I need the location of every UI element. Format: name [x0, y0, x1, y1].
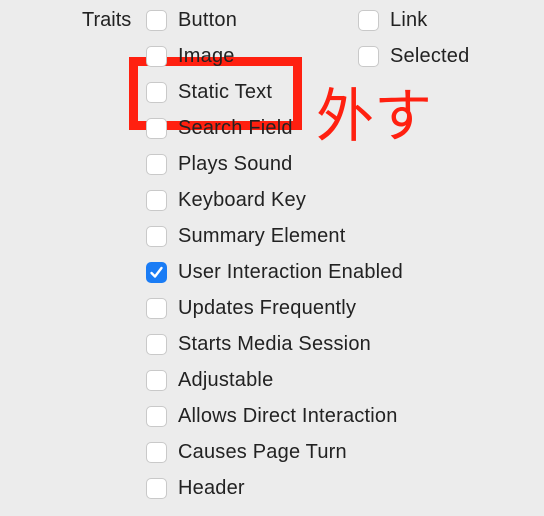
- checkbox-label: Search Field: [178, 116, 293, 139]
- checkbox-label: Allows Direct Interaction: [178, 404, 398, 427]
- trait-checkbox-causes-page-turn[interactable]: Causes Page Turn: [146, 440, 347, 464]
- checkbox-label: Causes Page Turn: [178, 440, 347, 463]
- trait-checkbox-summary-element[interactable]: Summary Element: [146, 224, 346, 248]
- checkbox-label: Selected: [390, 44, 470, 67]
- trait-checkbox-button[interactable]: Button: [146, 8, 237, 32]
- checkbox-label: Image: [178, 44, 235, 67]
- trait-checkbox-updates-frequently[interactable]: Updates Frequently: [146, 296, 356, 320]
- trait-checkbox-user-interaction-enabled[interactable]: User Interaction Enabled: [146, 260, 403, 284]
- checkbox[interactable]: [146, 45, 167, 67]
- annotation-text: 外す: [316, 84, 433, 149]
- checkbox[interactable]: [146, 189, 167, 211]
- checkbox[interactable]: [146, 225, 167, 247]
- checkbox[interactable]: [146, 477, 167, 499]
- checkbox[interactable]: [146, 369, 167, 391]
- checkbox[interactable]: [146, 261, 167, 283]
- checkbox-label: Keyboard Key: [178, 188, 307, 211]
- checkbox-label: Button: [178, 8, 238, 31]
- checkbox-label: Adjustable: [178, 368, 274, 391]
- trait-checkbox-static-text[interactable]: Static Text: [146, 80, 272, 104]
- checkbox[interactable]: [146, 153, 167, 175]
- checkbox[interactable]: [146, 117, 167, 139]
- trait-checkbox-search-field[interactable]: Search Field: [146, 116, 293, 140]
- trait-checkbox-image[interactable]: Image: [146, 44, 235, 68]
- trait-checkbox-link[interactable]: Link: [358, 8, 428, 32]
- trait-checkbox-selected[interactable]: Selected: [358, 44, 469, 68]
- checkbox-label: Header: [178, 476, 245, 499]
- checkbox[interactable]: [146, 297, 167, 319]
- checkbox[interactable]: [146, 441, 167, 463]
- trait-checkbox-plays-sound[interactable]: Plays Sound: [146, 152, 293, 176]
- checkbox-label: Link: [390, 8, 428, 31]
- checkbox-label: User Interaction Enabled: [178, 260, 403, 283]
- traits-label: Traits: [82, 9, 132, 31]
- checkbox[interactable]: [146, 9, 167, 31]
- checkbox[interactable]: [146, 405, 167, 427]
- checkbox[interactable]: [358, 45, 379, 67]
- checkbox[interactable]: [358, 9, 379, 31]
- checkbox-label: Summary Element: [178, 224, 346, 247]
- checkbox[interactable]: [146, 81, 167, 103]
- trait-checkbox-keyboard-key[interactable]: Keyboard Key: [146, 188, 306, 212]
- trait-checkbox-starts-media-session[interactable]: Starts Media Session: [146, 332, 371, 356]
- checkbox-label: Updates Frequently: [178, 296, 357, 319]
- trait-checkbox-header[interactable]: Header: [146, 476, 245, 500]
- checkmark-icon: [150, 266, 163, 278]
- checkbox[interactable]: [146, 333, 167, 355]
- trait-checkbox-allows-direct-interaction[interactable]: Allows Direct Interaction: [146, 404, 398, 428]
- checkbox-label: Starts Media Session: [178, 332, 371, 355]
- trait-checkbox-adjustable[interactable]: Adjustable: [146, 368, 273, 392]
- checkbox-label: Plays Sound: [178, 152, 293, 175]
- checkbox-label: Static Text: [178, 80, 273, 103]
